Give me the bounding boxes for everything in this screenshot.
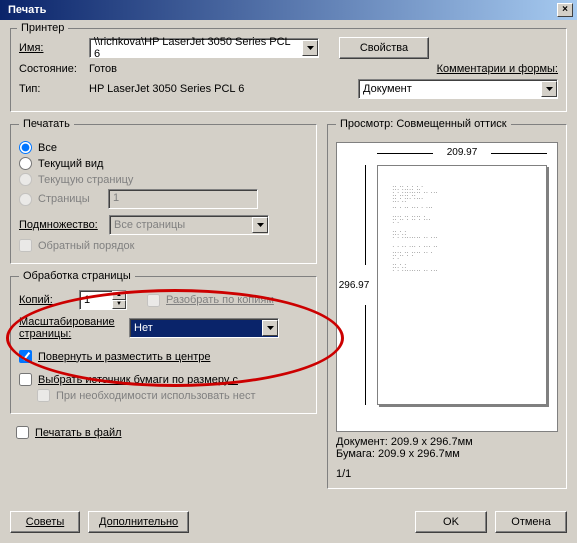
copies-value: 1 — [80, 294, 112, 306]
chevron-down-icon — [262, 320, 278, 336]
comments-label: Комментарии и формы: — [437, 63, 558, 75]
reverse-label: Обратный порядок — [38, 240, 134, 252]
preview-canvas: 209.97 296.97 .. .. . . . .... ..... ...… — [336, 142, 558, 432]
print-to-file-checkbox[interactable] — [16, 426, 29, 439]
source-label: Выбрать источник бумаги по размеру с — [38, 374, 238, 386]
preview-height: 296.97 — [339, 165, 369, 405]
comments-select[interactable]: Документ — [358, 79, 558, 99]
preview-group: Просмотр: Совмещенный оттиск 209.97 296.… — [327, 118, 567, 489]
status-label: Состояние: — [19, 63, 89, 75]
subset-label: Подмножество: — [19, 219, 109, 231]
printer-select[interactable]: \\richkova\HP LaserJet 3050 Series PCL 6 — [89, 38, 319, 58]
scaling-value: Нет — [130, 322, 262, 334]
necessity-checkbox — [37, 389, 50, 402]
reverse-checkbox — [19, 239, 32, 252]
scaling-select[interactable]: Нет — [129, 318, 279, 338]
spin-down-icon[interactable]: ▼ — [112, 300, 126, 309]
radio-all[interactable] — [19, 141, 32, 154]
comments-value: Документ — [359, 83, 541, 95]
doc-size: Документ: 209.9 x 296.7мм — [336, 436, 558, 448]
subset-select: Все страницы — [109, 215, 269, 235]
collate-checkbox — [147, 294, 160, 307]
rotate-label: Повернуть и разместить в центре — [38, 351, 210, 363]
properties-button[interactable]: Свойства — [339, 37, 429, 59]
titlebar: Печать × — [0, 0, 577, 20]
preview-legend: Просмотр: Совмещенный оттиск — [336, 118, 511, 130]
window-title: Печать — [4, 4, 557, 16]
print-range-group: Печатать Все Текущий вид Текущую страниц… — [10, 118, 317, 264]
copies-spinner[interactable]: 1 ▲▼ — [79, 290, 127, 310]
radio-current-page — [19, 173, 32, 186]
cancel-button[interactable]: Отмена — [495, 511, 567, 533]
page-handling-group: Обработка страницы Копий: 1 ▲▼ Разобрать… — [10, 270, 317, 414]
collate-label: Разобрать по копиям — [166, 294, 274, 306]
source-checkbox[interactable] — [19, 373, 32, 386]
chevron-down-icon — [252, 217, 268, 233]
current-page-label: Текущую страницу — [38, 174, 133, 186]
all-label: Все — [38, 142, 57, 154]
scaling-label: Масштабирование страницы: — [19, 316, 129, 340]
paper-size: Бумага: 209.9 x 296.7мм — [336, 448, 558, 460]
page-indicator: 1/1 — [336, 468, 558, 480]
copies-label: Копий: — [19, 294, 79, 306]
page-handling-legend: Обработка страницы — [19, 270, 135, 282]
tips-button[interactable]: Советы — [10, 511, 80, 533]
ok-button[interactable]: OK — [415, 511, 487, 533]
chevron-down-icon — [302, 40, 318, 56]
print-range-legend: Печатать — [19, 118, 74, 130]
type-label: Тип: — [19, 83, 89, 95]
preview-width: 209.97 — [377, 147, 547, 158]
name-label: Имя: — [19, 42, 89, 54]
printer-group: Принтер Имя: \\richkova\HP LaserJet 3050… — [10, 28, 567, 112]
print-to-file-label: Печатать в файл — [35, 427, 122, 439]
printer-value: \\richkova\HP LaserJet 3050 Series PCL 6 — [90, 36, 302, 60]
spin-up-icon[interactable]: ▲ — [112, 291, 126, 300]
radio-pages — [19, 193, 32, 206]
necessity-label: При необходимости использовать нест — [56, 390, 256, 402]
pages-input: 1 — [108, 189, 258, 209]
printer-legend: Принтер — [17, 22, 68, 34]
current-view-label: Текущий вид — [38, 158, 103, 170]
radio-current-view[interactable] — [19, 157, 32, 170]
status-value: Готов — [89, 63, 117, 75]
chevron-down-icon — [541, 81, 557, 97]
subset-value: Все страницы — [110, 219, 252, 231]
preview-page: .. .. . . . .... ..... ... . ........ ..… — [377, 165, 547, 405]
advanced-button[interactable]: Дополнительно — [88, 511, 189, 533]
pages-label: Страницы — [38, 193, 108, 205]
rotate-checkbox[interactable] — [19, 350, 32, 363]
close-button[interactable]: × — [557, 3, 573, 17]
type-value: HP LaserJet 3050 Series PCL 6 — [89, 83, 244, 95]
